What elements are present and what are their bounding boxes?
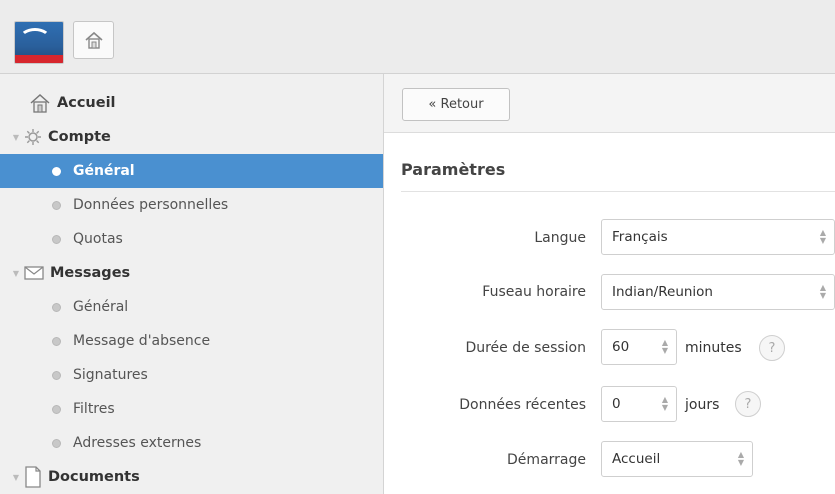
bullet-icon bbox=[52, 234, 61, 244]
langue-select[interactable]: Français ▲ ▼ bbox=[601, 219, 835, 255]
bullet-icon bbox=[52, 438, 61, 448]
sidebar-item-label: Quotas bbox=[73, 231, 123, 247]
select-arrows-icon: ▲ ▼ bbox=[819, 228, 826, 245]
sidebar-item-signatures[interactable]: Signatures bbox=[0, 358, 383, 392]
bullet-icon bbox=[52, 200, 61, 210]
logo-stripe bbox=[15, 55, 63, 63]
demarrage-select[interactable]: Accueil ▲ ▼ bbox=[601, 441, 753, 477]
page-title: Paramètres bbox=[401, 160, 506, 179]
collapse-arrow-icon[interactable]: ▼ bbox=[10, 473, 22, 482]
divider bbox=[401, 191, 835, 192]
sidebar-item-filtres[interactable]: Filtres bbox=[0, 392, 383, 426]
bullet-icon bbox=[52, 166, 61, 176]
duree-value: 60 bbox=[612, 339, 630, 355]
back-button[interactable]: « Retour bbox=[402, 88, 510, 121]
sidebar-item-donnees-personnelles[interactable]: Données personnelles bbox=[0, 188, 383, 222]
envelope-icon bbox=[24, 265, 44, 281]
fuseau-value: Indian/Reunion bbox=[612, 284, 713, 300]
home-icon bbox=[84, 31, 103, 49]
sidebar-item-label: Adresses externes bbox=[73, 435, 202, 451]
select-arrows-icon: ▲ ▼ bbox=[737, 450, 744, 467]
duree-label: Durée de session bbox=[465, 340, 586, 356]
sidebar-item-messages-general[interactable]: Général bbox=[0, 290, 383, 324]
stepper-arrows-icon[interactable]: ▲ ▼ bbox=[662, 339, 668, 355]
sidebar-item-message-absence[interactable]: Message d'absence bbox=[0, 324, 383, 358]
sidebar-item-label: Documents bbox=[48, 469, 140, 485]
duree-stepper[interactable]: 60 ▲ ▼ bbox=[601, 329, 677, 365]
sidebar-item-adresses-externes[interactable]: Adresses externes bbox=[0, 426, 383, 460]
help-icon[interactable]: ? bbox=[735, 391, 761, 417]
top-bar bbox=[0, 0, 835, 74]
demarrage-label: Démarrage bbox=[507, 452, 586, 468]
sidebar-item-accueil[interactable]: Accueil bbox=[0, 86, 383, 120]
sidebar-item-label: Filtres bbox=[73, 401, 115, 417]
sidebar-item-label: Général bbox=[73, 299, 129, 315]
sidebar-item-quotas[interactable]: Quotas bbox=[0, 222, 383, 256]
sidebar-item-label: Signatures bbox=[73, 367, 148, 383]
langue-value: Français bbox=[612, 229, 668, 245]
main-panel: « Retour Paramètres Langue Français ▲ ▼ F… bbox=[384, 74, 835, 494]
document-icon bbox=[24, 466, 42, 488]
recentes-label: Données récentes bbox=[459, 397, 586, 413]
demarrage-value: Accueil bbox=[612, 451, 661, 467]
sidebar-item-documents[interactable]: ▼ Documents bbox=[0, 460, 383, 494]
bullet-icon bbox=[52, 302, 61, 312]
university-logo[interactable] bbox=[14, 21, 64, 64]
main-toolbar: « Retour bbox=[384, 74, 835, 133]
home-icon bbox=[29, 93, 51, 113]
sidebar-item-messages[interactable]: ▼ Messages bbox=[0, 256, 383, 290]
bullet-icon bbox=[52, 370, 61, 380]
sidebar-item-label: Message d'absence bbox=[73, 333, 211, 349]
sidebar-item-compte[interactable]: ▼ Compte bbox=[0, 120, 383, 154]
recentes-unit: jours bbox=[685, 397, 720, 413]
fuseau-select[interactable]: Indian/Reunion ▲ ▼ bbox=[601, 274, 835, 310]
sidebar-item-label: Général bbox=[73, 163, 135, 179]
sidebar-item-label: Données personnelles bbox=[73, 197, 229, 213]
sidebar-item-label: Messages bbox=[50, 265, 131, 281]
stepper-arrows-icon[interactable]: ▲ ▼ bbox=[662, 396, 668, 412]
collapse-arrow-icon[interactable]: ▼ bbox=[10, 133, 22, 142]
sidebar-item-label: Accueil bbox=[57, 95, 116, 111]
fuseau-label: Fuseau horaire bbox=[482, 284, 586, 300]
logo-swoosh bbox=[19, 28, 51, 50]
sidebar-item-compte-general[interactable]: Général bbox=[0, 154, 383, 188]
collapse-arrow-icon[interactable]: ▼ bbox=[10, 269, 22, 278]
home-button[interactable] bbox=[73, 21, 114, 59]
recentes-value: 0 bbox=[612, 396, 621, 412]
gear-icon bbox=[24, 128, 42, 146]
sidebar: Accueil ▼ Compte Général Données personn… bbox=[0, 74, 384, 494]
select-arrows-icon: ▲ ▼ bbox=[819, 283, 826, 300]
sidebar-item-label: Compte bbox=[48, 129, 111, 145]
bullet-icon bbox=[52, 404, 61, 414]
help-icon[interactable]: ? bbox=[759, 335, 785, 361]
langue-label: Langue bbox=[534, 230, 586, 246]
duree-unit: minutes bbox=[685, 340, 742, 356]
recentes-stepper[interactable]: 0 ▲ ▼ bbox=[601, 386, 677, 422]
bullet-icon bbox=[52, 336, 61, 346]
